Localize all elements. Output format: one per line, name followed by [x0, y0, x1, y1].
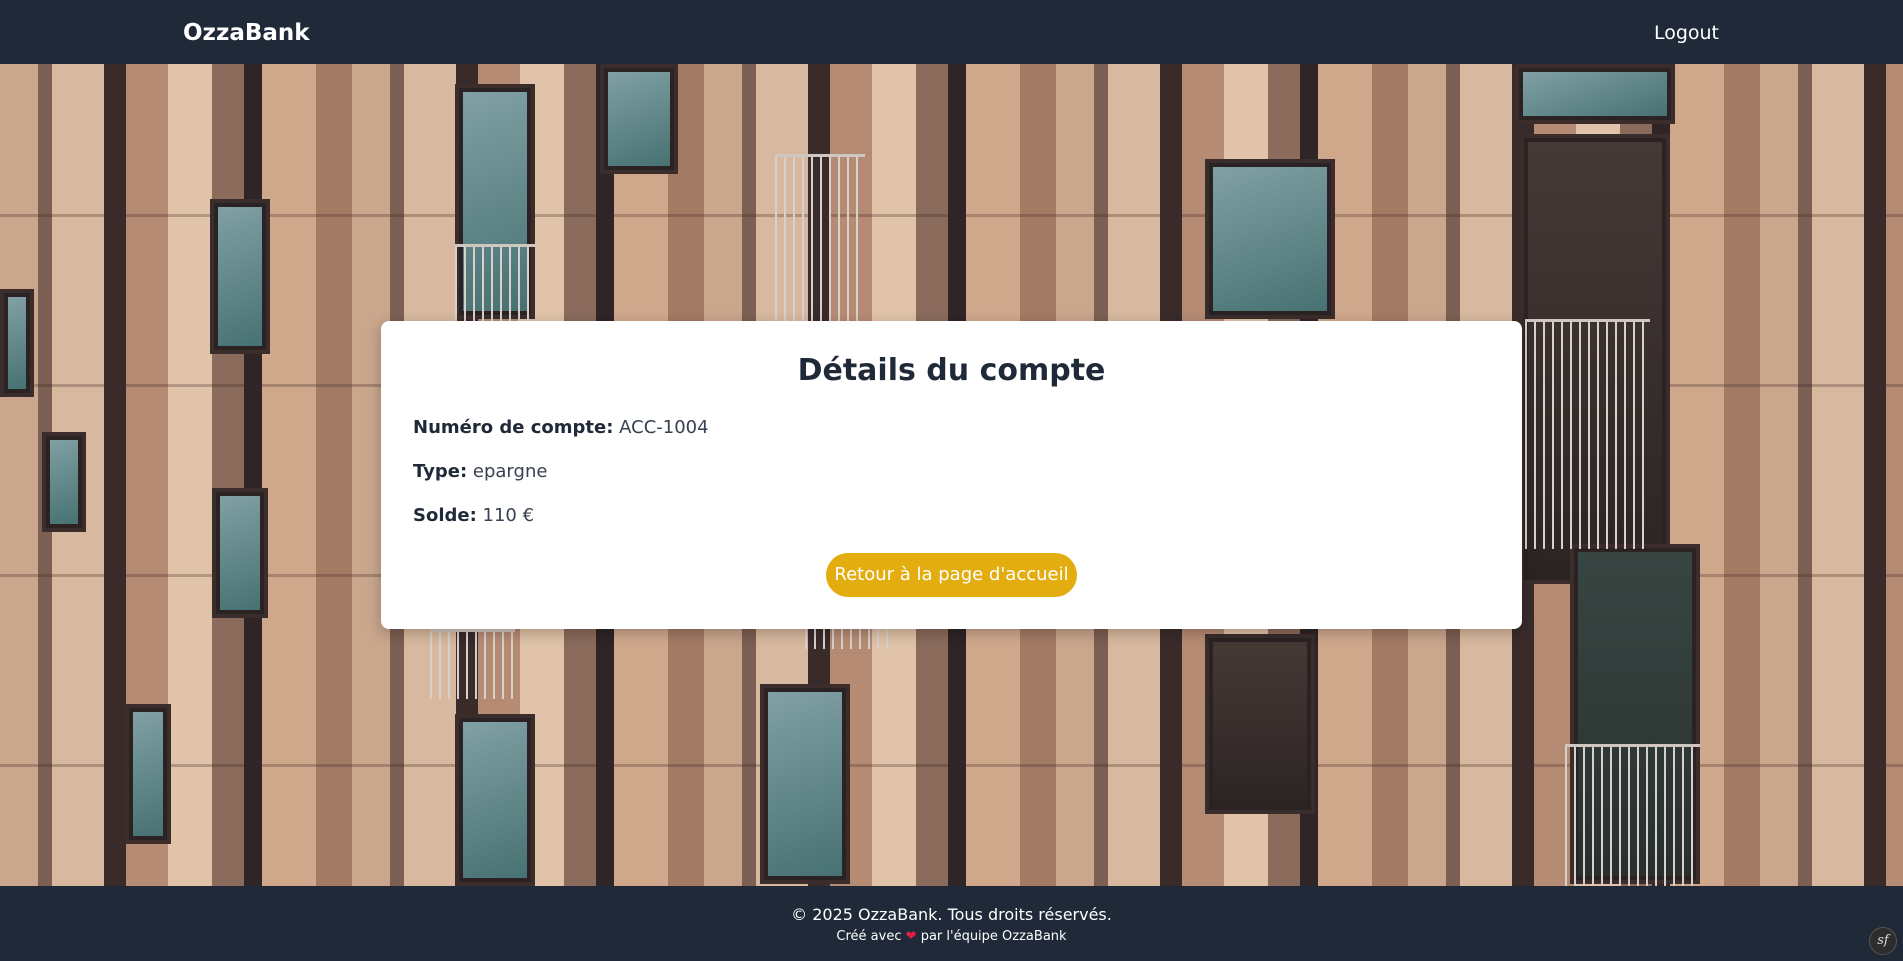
balcony-railing	[1525, 319, 1650, 549]
facade-window	[0, 289, 34, 397]
account-number-value: ACC-1004	[619, 417, 709, 438]
balcony-railing	[775, 154, 865, 329]
top-navbar: OzzaBank Logout	[0, 0, 1903, 64]
balcony-railing	[455, 244, 535, 324]
facade-window	[125, 704, 171, 844]
account-type-row: Type: epargne	[413, 460, 547, 484]
facade-window	[210, 199, 270, 354]
back-home-button[interactable]: Retour à la page d'accueil	[826, 553, 1077, 597]
made-with-text: Créé avec ❤ par l'équipe OzzaBank	[0, 928, 1903, 946]
facade-window	[455, 714, 535, 886]
made-prefix: Créé avec	[836, 929, 902, 944]
account-type-value: epargne	[472, 461, 548, 482]
brand-logo[interactable]: OzzaBank	[183, 18, 310, 48]
made-suffix: par l'équipe OzzaBank	[920, 929, 1067, 944]
account-balance-value: 110 €	[482, 505, 535, 526]
account-balance-label: Solde:	[413, 505, 477, 526]
symfony-icon[interactable]: sf	[1869, 927, 1897, 955]
balcony-railing	[430, 629, 515, 699]
facade-window	[760, 684, 850, 884]
account-number-row: Numéro de compte: ACC-1004	[413, 416, 709, 440]
logout-link[interactable]: Logout	[1654, 20, 1719, 46]
page-footer: © 2025 OzzaBank. Tous droits réservés. C…	[0, 886, 1903, 961]
heart-icon: ❤	[905, 929, 917, 944]
account-balance-row: Solde: 110 €	[413, 504, 534, 528]
copyright-text: © 2025 OzzaBank. Tous droits réservés.	[791, 905, 1112, 924]
page-title: Détails du compte	[797, 353, 1106, 388]
facade-window	[1205, 159, 1335, 319]
balcony-railing	[1565, 744, 1700, 886]
facade-window	[42, 432, 86, 532]
facade-window	[212, 488, 268, 618]
account-type-label: Type:	[413, 461, 468, 482]
account-number-label: Numéro de compte:	[413, 417, 614, 438]
facade-window	[600, 64, 678, 174]
facade-window	[1515, 64, 1675, 124]
facade-window	[1205, 634, 1315, 814]
